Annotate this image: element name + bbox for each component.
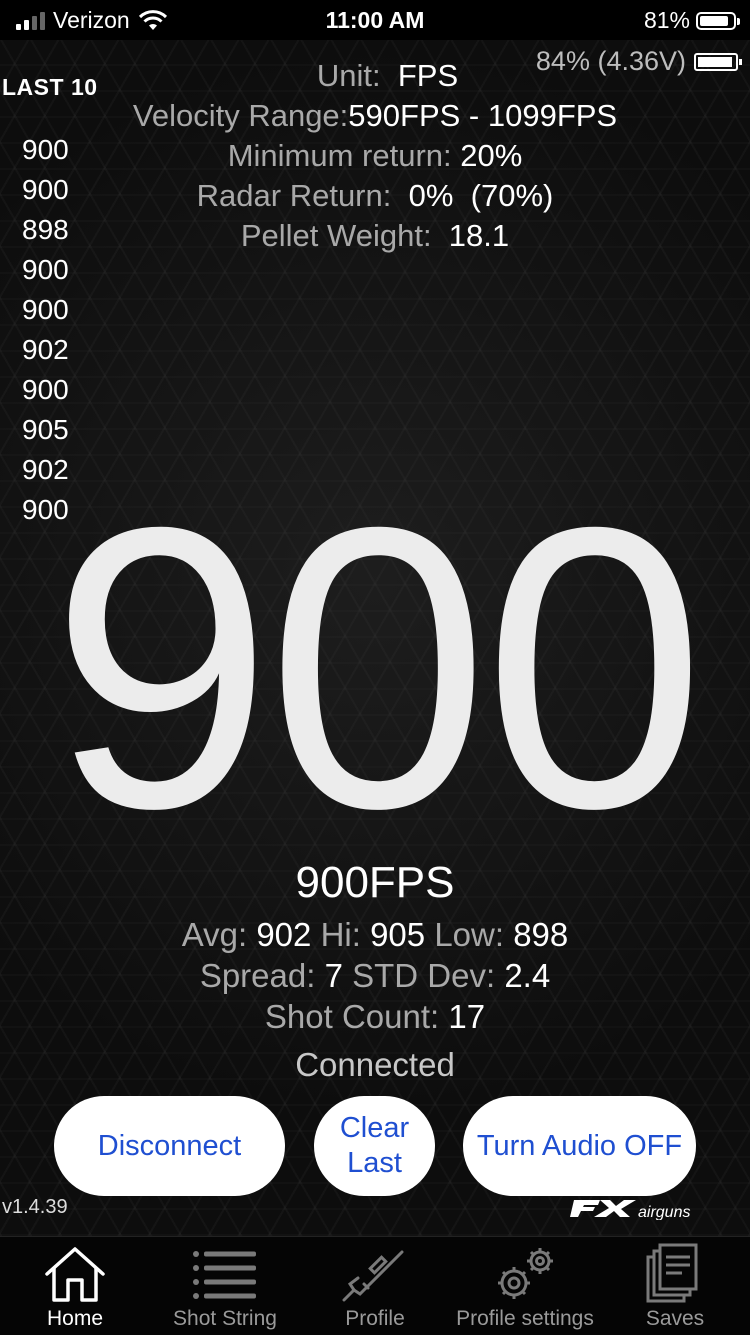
last10-item: 900	[22, 254, 69, 285]
home-icon	[0, 1243, 150, 1305]
std-value: 2.4	[504, 957, 551, 994]
pellet-weight-row: Pellet Weight: 18.1	[0, 216, 750, 256]
tab-saves[interactable]: Saves	[600, 1237, 750, 1335]
documents-icon	[600, 1243, 750, 1305]
battery-area: 81%	[643, 7, 740, 34]
unit-row: Unit: FPS	[0, 56, 750, 96]
velocity-range-label: Velocity Range:	[132, 98, 349, 133]
audio-toggle-button[interactable]: Turn Audio OFF	[463, 1096, 696, 1196]
avg-value: 902	[256, 916, 312, 953]
pellet-weight-value: 18.1	[448, 218, 510, 253]
fx-airguns-logo: airguns	[570, 1200, 690, 1220]
last10-item: 900	[22, 294, 69, 325]
spread-value: 7	[324, 957, 343, 994]
clear-last-button[interactable]: Clear Last	[314, 1096, 435, 1196]
spread-label: Spread:	[199, 957, 316, 994]
tab-shot-string-label: Shot String	[173, 1307, 277, 1330]
settings-info: Unit: FPS Velocity Range:590FPS - 1099FP…	[0, 56, 750, 256]
hi-label: Hi:	[320, 916, 361, 953]
velocity-fps-text: 900FPS	[295, 858, 455, 907]
tab-profile-settings-label: Profile settings	[456, 1307, 594, 1330]
radar-return-value: 0% (70%)	[408, 178, 554, 213]
last10-item: 900	[22, 374, 69, 405]
velocity-range-value: 590FPS - 1099FPS	[348, 98, 618, 133]
status-bar: Verizon 11:00 AM 81%	[0, 0, 750, 40]
tab-saves-label: Saves	[645, 1307, 705, 1330]
clear-last-line1: Clear	[339, 1112, 410, 1144]
low-label: Low:	[434, 916, 505, 953]
stats-row-shot-count: Shot Count: 17	[0, 996, 750, 1037]
battery-icon	[696, 11, 740, 30]
stats-row-spread-std: Spread: 7 STD Dev: 2.4	[0, 955, 750, 996]
radar-return-row: Radar Return: 0% (70%)	[0, 176, 750, 216]
std-label: STD Dev:	[352, 957, 496, 994]
hi-value: 905	[370, 916, 426, 953]
tab-bar: Home Shot String Profile Profile setting…	[0, 1236, 750, 1335]
radar-return-label: Radar Return:	[196, 178, 392, 213]
unit-value: FPS	[397, 58, 459, 93]
clear-last-label: Clear Last	[340, 1111, 409, 1181]
velocity-readout: 900	[50, 444, 705, 891]
velocity-range-row: Velocity Range:590FPS - 1099FPS	[0, 96, 750, 136]
shot-stats: Avg: 902 Hi: 905 Low: 898 Spread: 7 STD …	[0, 914, 750, 1037]
min-return-row: Minimum return: 20%	[0, 136, 750, 176]
min-return-label: Minimum return:	[227, 138, 452, 173]
unit-label: Unit:	[316, 58, 381, 93]
app-version: v1.4.39	[2, 1196, 68, 1218]
min-return-value: 20%	[460, 138, 523, 173]
tab-profile-settings[interactable]: Profile settings	[450, 1237, 600, 1335]
tab-home[interactable]: Home	[0, 1237, 150, 1335]
tab-home-label: Home	[46, 1307, 104, 1330]
svg-text:airguns: airguns	[638, 1204, 690, 1220]
avg-label: Avg:	[181, 916, 248, 953]
clock: 11:00 AM	[325, 7, 425, 33]
tab-profile-label: Profile	[345, 1307, 405, 1330]
gears-icon	[450, 1243, 600, 1305]
stats-row-avg-hi-low: Avg: 902 Hi: 905 Low: 898	[0, 914, 750, 955]
shot-count-value: 17	[448, 998, 486, 1035]
last10-item: 902	[22, 334, 69, 365]
clear-last-line2: Last	[347, 1147, 402, 1179]
low-value: 898	[513, 916, 569, 953]
connection-status: Connected	[295, 1046, 455, 1083]
rifle-icon	[300, 1243, 450, 1305]
tab-shot-string[interactable]: Shot String	[150, 1237, 300, 1335]
pellet-weight-label: Pellet Weight:	[240, 218, 432, 253]
list-icon	[150, 1243, 300, 1305]
tab-profile[interactable]: Profile	[300, 1237, 450, 1335]
disconnect-button[interactable]: Disconnect	[54, 1096, 285, 1196]
shot-count-label: Shot Count:	[264, 998, 440, 1035]
battery-percent: 81%	[643, 7, 690, 33]
